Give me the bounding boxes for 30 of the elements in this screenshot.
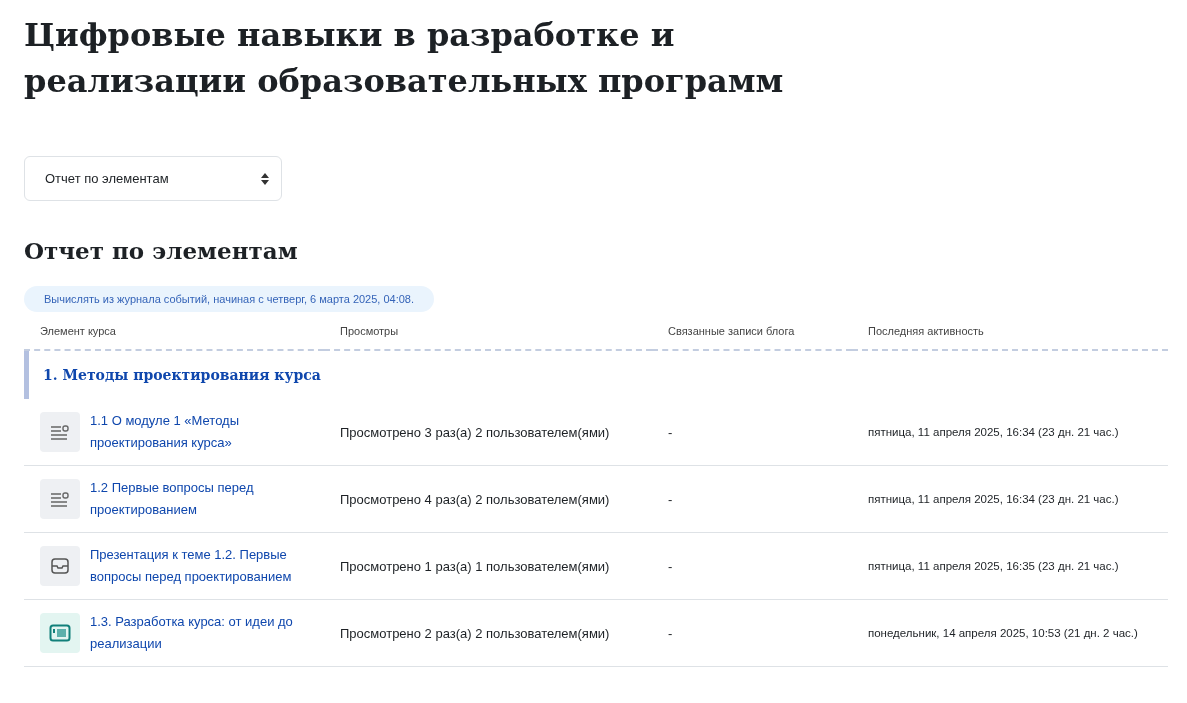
blog-text: -: [668, 424, 673, 440]
last-activity-text: пятница, 11 апреля 2025, 16:34 (23 дн. 21 час.): [868, 493, 1119, 505]
last-activity-text: понедельник, 14 апреля 2025, 10:53 (21 дн. 2 час.): [868, 627, 1138, 639]
activity-link[interactable]: 1.1 О модуле 1 «Методы проектирования курса»: [90, 410, 308, 454]
section-heading: Отчет по элементам: [24, 237, 299, 264]
column-header: Связанные записи блога: [652, 312, 852, 351]
last-activity-text: пятница, 11 апреля 2025, 16:35 (23 дн. 21 час.): [868, 560, 1119, 572]
views-text: Просмотрено 1 раз(а) 1 пользователем(ями): [340, 558, 610, 574]
tray-icon: [40, 546, 80, 586]
last-activity-text: пятница, 11 апреля 2025, 16:34 (23 дн. 21 час.): [868, 426, 1119, 438]
screen-icon: [40, 613, 80, 653]
activity-link[interactable]: 1.2 Первые вопросы перед проектированием: [90, 477, 308, 521]
blog-text: -: [668, 558, 673, 574]
blog-text: -: [668, 491, 673, 507]
column-header: Элемент курса: [24, 312, 324, 351]
column-header: Последняя активность: [852, 312, 1168, 351]
views-text: Просмотрено 4 раз(а) 2 пользователем(ями): [340, 491, 610, 507]
page-title: Цифровые навыки в разработке и реализации образовательных программ: [24, 15, 785, 102]
column-header: Просмотры: [324, 312, 652, 351]
info-note: Вычислять из журнала событий, начиная с четверг, 6 марта 2025, 04:08.: [24, 286, 435, 312]
views-text: Просмотрено 3 раз(а) 2 пользователем(ями): [340, 424, 610, 440]
section-title: 1. Методы проектирования курса: [24, 351, 1168, 399]
page-icon: [40, 479, 80, 519]
report-select[interactable]: Отчет по элементам: [24, 156, 282, 201]
activity-link[interactable]: 1.3. Разработка курса: от идеи до реализации: [90, 611, 308, 655]
sort-caret-icon: [261, 172, 269, 185]
page-icon: [40, 412, 80, 452]
activity-link[interactable]: Презентация к теме 1.2. Первые вопросы перед проектированием: [90, 544, 308, 588]
views-text: Просмотрено 2 раз(а) 2 пользователем(ями): [340, 625, 610, 641]
blog-text: -: [668, 625, 673, 641]
